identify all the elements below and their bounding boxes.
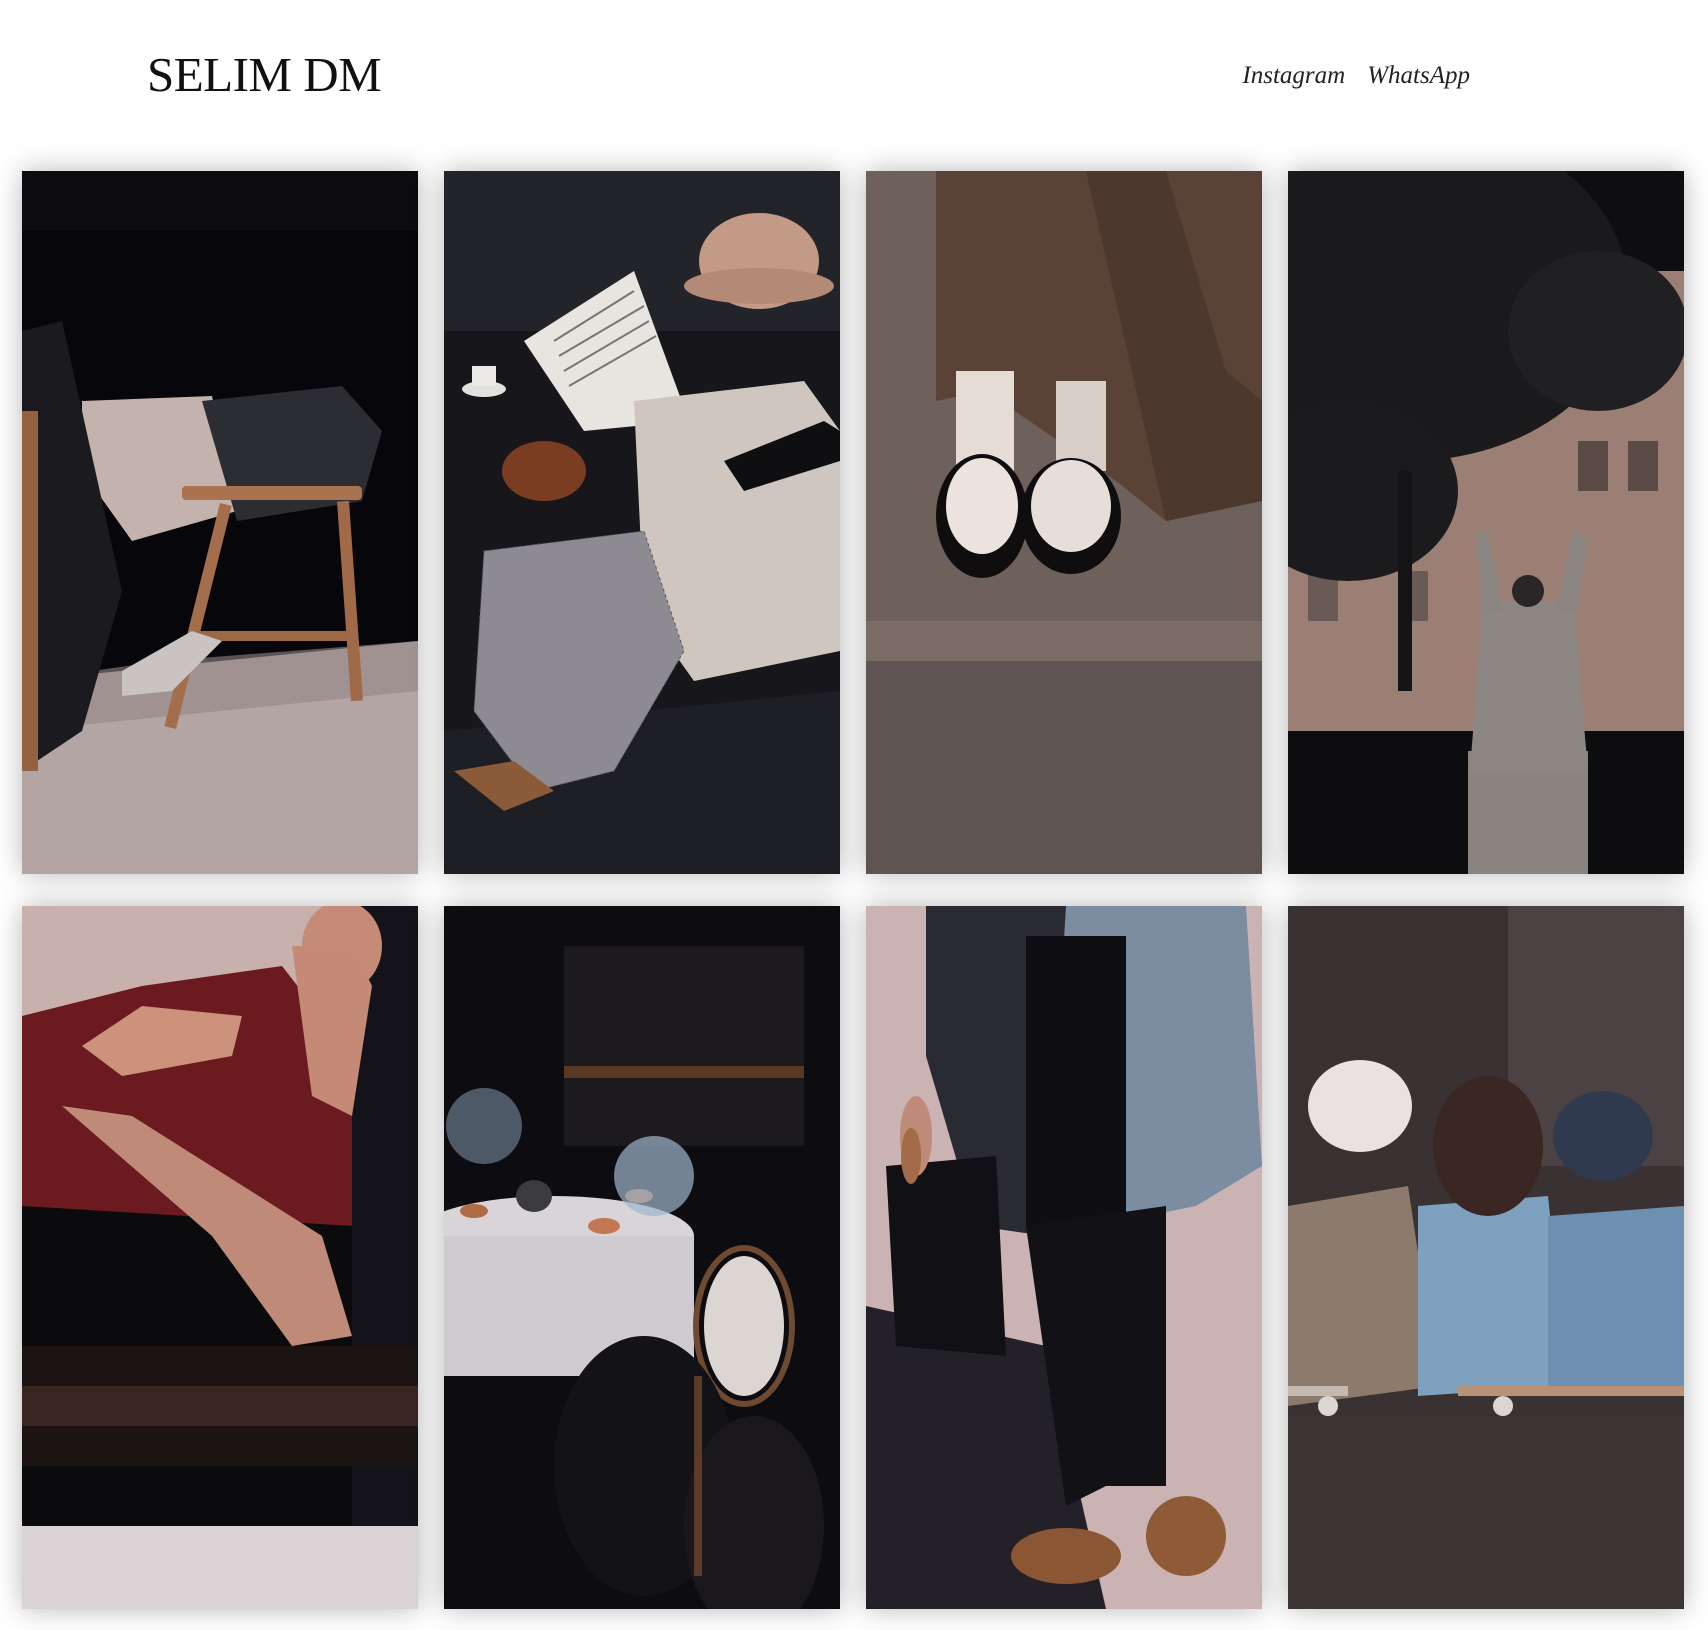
nav-link-instagram[interactable]: Instagram xyxy=(1242,62,1345,90)
photo-5-image xyxy=(22,906,418,1609)
photo-gallery xyxy=(22,171,1684,1609)
gallery-photo-2[interactable] xyxy=(444,171,840,874)
gallery-photo-4[interactable] xyxy=(1288,171,1684,874)
photo-6-image xyxy=(444,906,840,1609)
nav-links: Instagram WhatsApp xyxy=(1242,62,1470,90)
photo-4-image xyxy=(1288,171,1684,874)
gallery-photo-5[interactable] xyxy=(22,906,418,1609)
photo-3-image xyxy=(866,171,1262,874)
gallery-photo-6[interactable] xyxy=(444,906,840,1609)
gallery-photo-1[interactable] xyxy=(22,171,418,874)
gallery-photo-3[interactable] xyxy=(866,171,1262,874)
gallery-photo-8[interactable] xyxy=(1288,906,1684,1609)
gallery-photo-7[interactable] xyxy=(866,906,1262,1609)
nav-link-whatsapp[interactable]: WhatsApp xyxy=(1367,62,1470,90)
photo-8-image xyxy=(1288,906,1684,1609)
site-title[interactable]: SELIM DM xyxy=(147,46,382,103)
site-header: SELIM DM Instagram WhatsApp xyxy=(0,0,1708,160)
photo-2-image xyxy=(444,171,840,874)
photo-7-image xyxy=(866,906,1262,1609)
photo-1-image xyxy=(22,171,418,874)
